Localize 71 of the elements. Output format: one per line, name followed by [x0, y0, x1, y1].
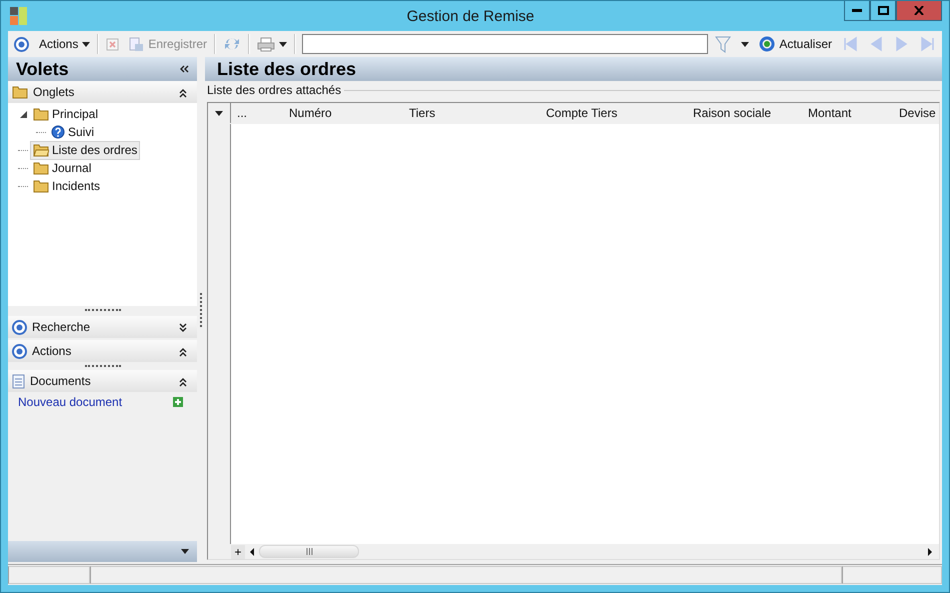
refresh-icon [759, 36, 776, 52]
previous-page-icon [868, 36, 884, 52]
open-folder-icon [33, 144, 49, 156]
column-menu-icon [215, 110, 223, 116]
folder-icon [33, 162, 49, 174]
close-button[interactable] [896, 1, 942, 21]
expand-icon[interactable] [178, 322, 189, 332]
printer-icon [257, 36, 275, 52]
tree-item[interactable]: Principal [30, 104, 102, 124]
section-header[interactable]: Actions [8, 340, 197, 362]
scroll-right-icon[interactable] [925, 546, 935, 558]
section-title: Documents [30, 374, 91, 388]
column-header[interactable]: ... [231, 103, 283, 123]
column-header[interactable]: Numéro [283, 103, 403, 123]
target-button[interactable] [11, 34, 32, 54]
section-header[interactable]: Documents [8, 370, 197, 392]
folder-icon [12, 86, 28, 98]
caret-icon [82, 42, 90, 46]
new-document-link[interactable]: Nouveau document [18, 395, 122, 409]
content-title: Liste des ordres [217, 58, 356, 80]
panel-title: Volets [16, 58, 69, 80]
group-label: Liste des ordres attachés [207, 83, 342, 97]
window-title: Gestion de Remise [406, 8, 536, 24]
collapse-icon[interactable] [178, 86, 189, 98]
add-icon[interactable] [173, 397, 183, 407]
collapse-icon[interactable] [178, 346, 189, 356]
expanded-arrow-icon[interactable] [20, 110, 26, 118]
add-row-button[interactable]: + [231, 544, 245, 558]
delete-icon [106, 38, 120, 50]
help-icon [51, 125, 65, 139]
minimize-button[interactable] [844, 1, 870, 21]
section-header[interactable]: Onglets [8, 81, 197, 103]
column-header[interactable]: Tiers [403, 103, 540, 123]
maximize-icon [878, 6, 888, 15]
close-icon [914, 6, 924, 15]
save-icon [129, 36, 144, 52]
section-title: Recherche [32, 320, 90, 334]
section-header[interactable]: Recherche [8, 316, 197, 338]
column-header[interactable]: Devise [893, 103, 939, 123]
target-icon [14, 36, 29, 52]
tree-item[interactable]: Journal [30, 158, 94, 178]
scrollbar-thumb[interactable] [259, 545, 359, 558]
column-header[interactable]: Raison sociale [687, 103, 802, 123]
target-icon [12, 344, 27, 358]
folder-icon [33, 180, 49, 192]
app-logo-icon [10, 7, 27, 25]
tree-item[interactable]: Incidents [30, 176, 104, 196]
filter-icon [715, 36, 732, 52]
next-page-icon [894, 36, 910, 52]
minimize-icon [852, 9, 862, 12]
target-icon [12, 320, 27, 334]
section-title: Actions [32, 344, 72, 358]
actions-menu[interactable]: Actions [36, 35, 94, 53]
sync-icon [223, 36, 242, 52]
collapse-icon[interactable] [178, 64, 189, 74]
maximize-button[interactable] [870, 1, 896, 21]
column-header[interactable]: Compte Tiers [540, 103, 687, 123]
first-page-icon [842, 36, 858, 52]
refresh-button[interactable]: Actualiser [756, 34, 835, 54]
tree-item[interactable]: Liste des ordres [30, 140, 140, 160]
column-header[interactable]: Montant [802, 103, 893, 123]
section-title: Onglets [33, 85, 74, 99]
caret-icon [741, 42, 750, 46]
collapse-icon[interactable] [178, 376, 189, 386]
caret-icon [279, 42, 287, 46]
dropdown-icon [181, 549, 189, 554]
last-page-icon [920, 36, 936, 52]
folder-icon [33, 108, 49, 120]
search-field[interactable] [302, 34, 708, 54]
document-icon [12, 374, 25, 388]
tree-item[interactable]: Suivi [48, 122, 98, 142]
